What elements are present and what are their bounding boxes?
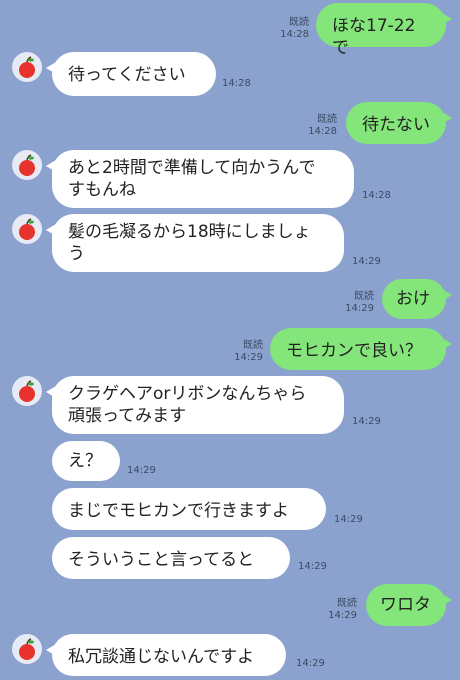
message-bubble-incoming[interactable]: 髪の毛凝るから18時にしましょ う (46, 214, 344, 272)
message-time: 14:28 (308, 126, 337, 137)
message-bubble-outgoing[interactable]: ほな17-22で (316, 3, 452, 58)
apple-icon (19, 154, 35, 176)
apple-icon (19, 56, 35, 78)
message-row-outgoing: 既読 14:29 ワロタ (0, 584, 460, 626)
message-time: 14:29 (352, 256, 381, 267)
apple-icon (19, 380, 35, 402)
message-meta: 既読 14:28 (308, 114, 337, 138)
read-receipt: 既読 (289, 17, 309, 28)
read-receipt: 既読 (317, 114, 337, 125)
message-bubble-incoming[interactable]: え？ (52, 441, 120, 481)
apple-icon (19, 218, 35, 240)
message-bubble-incoming[interactable]: 待ってください (46, 52, 216, 96)
message-row-incoming: あと2時間で準備して向かうんで すもんね 14:28 (0, 150, 460, 208)
message-row-incoming: 私冗談通じないんですよ 14:29 (0, 634, 460, 676)
message-bubble-outgoing[interactable]: おけ (382, 279, 452, 319)
message-time: 14:29 (296, 658, 325, 669)
message-time: 14:29 (127, 465, 156, 476)
avatar[interactable] (12, 634, 42, 664)
message-time: 14:29 (234, 352, 263, 363)
message-row-outgoing: 既読 14:29 モヒカンで良い？ (0, 328, 460, 370)
message-meta: 既読 14:29 (234, 340, 263, 364)
message-time: 14:29 (334, 514, 363, 525)
read-receipt: 既読 (243, 340, 263, 351)
message-time: 14:29 (352, 416, 381, 427)
message-meta: 既読 14:29 (345, 291, 374, 315)
avatar[interactable] (12, 376, 42, 406)
message-time: 14:28 (222, 78, 251, 89)
message-bubble-outgoing[interactable]: ワロタ (366, 584, 452, 626)
message-bubble-outgoing[interactable]: モヒカンで良い？ (270, 328, 452, 370)
message-time: 14:29 (298, 561, 327, 572)
message-row-incoming: 髪の毛凝るから18時にしましょ う 14:29 (0, 214, 460, 272)
message-row-incoming: クラゲヘアorリボンなんちゃら 頑張ってみます 14:29 (0, 376, 460, 434)
read-receipt: 既読 (337, 598, 357, 609)
message-meta: 既読 14:28 (280, 17, 309, 41)
message-bubble-incoming[interactable]: クラゲヘアorリボンなんちゃら 頑張ってみます (46, 376, 344, 434)
message-bubble-incoming[interactable]: あと2時間で準備して向かうんで すもんね (46, 150, 354, 208)
message-bubble-incoming[interactable]: そういうこと言ってると (52, 537, 290, 579)
message-row-outgoing: 既読 14:29 おけ (0, 279, 460, 319)
read-receipt: 既読 (354, 291, 374, 302)
message-row-incoming: 待ってください 14:28 (0, 52, 460, 96)
avatar[interactable] (12, 214, 42, 244)
message-row-incoming: まじでモヒカンで行きますよ 14:29 (0, 488, 460, 530)
message-bubble-outgoing[interactable]: 待たない (346, 102, 452, 144)
message-row-outgoing: 既読 14:28 ほな17-22で (0, 3, 460, 58)
message-time: 14:29 (328, 610, 357, 621)
avatar[interactable] (12, 150, 42, 180)
message-bubble-incoming[interactable]: 私冗談通じないんですよ (46, 634, 286, 676)
message-meta: 既読 14:29 (328, 598, 357, 622)
message-row-incoming: そういうこと言ってると 14:29 (0, 537, 460, 579)
avatar[interactable] (12, 52, 42, 82)
apple-icon (19, 638, 35, 660)
message-row-outgoing: 既読 14:28 待たない (0, 102, 460, 144)
message-time: 14:29 (345, 303, 374, 314)
message-time: 14:28 (362, 190, 391, 201)
message-row-incoming: え？ 14:29 (0, 441, 460, 481)
message-bubble-incoming[interactable]: まじでモヒカンで行きますよ (52, 488, 326, 530)
message-time: 14:28 (280, 29, 309, 40)
